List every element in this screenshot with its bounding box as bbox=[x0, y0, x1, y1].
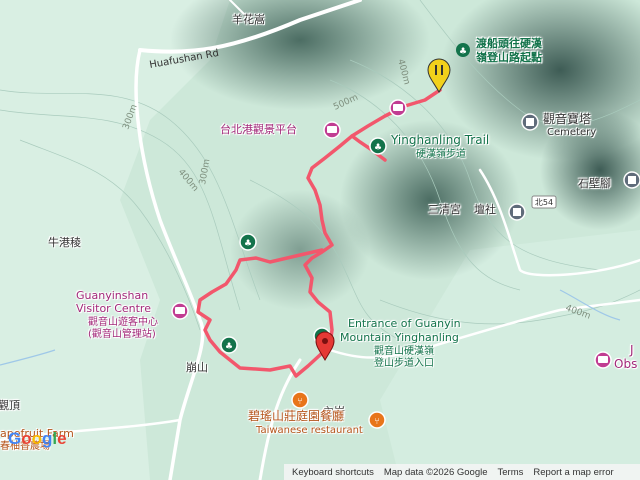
map-footer: Keyboard shortcuts Map data ©2026 Google… bbox=[284, 464, 640, 480]
svg-text:♣: ♣ bbox=[225, 342, 233, 352]
place-label-tanshe: 壇社 bbox=[474, 203, 496, 216]
park-icon-ridge[interactable]: ♣ bbox=[239, 233, 257, 251]
camera-icon-north[interactable] bbox=[389, 99, 407, 117]
svg-text:北54: 北54 bbox=[535, 198, 553, 207]
camera-icon-east[interactable] bbox=[594, 351, 612, 369]
google-logo: Google bbox=[8, 429, 67, 448]
poi-label-entrance-zh-2[interactable]: 登山步道入口 bbox=[374, 358, 434, 370]
place-label-cemetery: Cemetery bbox=[547, 127, 597, 138]
camera-icon-taipei-port[interactable] bbox=[323, 121, 341, 139]
place-label-guanyin-temple[interactable]: 觀音寶塔 bbox=[543, 112, 591, 127]
poi-label-yinghanling-zh[interactable]: 硬漢嶺步道 bbox=[416, 149, 466, 161]
poi-label-restaurant-en[interactable]: Taiwanese restaurant bbox=[256, 425, 363, 437]
poi-label-east-j[interactable]: J bbox=[630, 343, 634, 358]
restaurant-icon-biyao[interactable]: ⑂ bbox=[368, 411, 386, 429]
svg-text:♣: ♣ bbox=[374, 143, 382, 153]
poi-label-visitor-zh-2[interactable]: (觀音山管理站) bbox=[88, 329, 156, 341]
poi-label-restaurant-zh[interactable]: 碧瑤山莊庭園餐廳 bbox=[248, 409, 344, 424]
poi-label-visitor-zh-1[interactable]: 觀音山遊客中心 bbox=[88, 317, 158, 329]
svg-text:⑂: ⑂ bbox=[374, 417, 379, 427]
terrain-map[interactable]: 300m 300m 400m 400m 500m 400m Huafushan … bbox=[0, 0, 640, 480]
place-label-shibijiao: 石壁腳 bbox=[578, 177, 611, 190]
temple-icon-shibijiao[interactable] bbox=[623, 171, 640, 189]
poi-label-taipei-port[interactable]: 台北港觀景平台 bbox=[220, 123, 297, 137]
poi-label-entrance-en-2[interactable]: Mountain Yinghanling bbox=[340, 331, 459, 345]
route-54-shield: 北54 bbox=[531, 195, 557, 209]
svg-text:⑂: ⑂ bbox=[297, 397, 302, 407]
poi-label-visitor-en-2[interactable]: Visitor Centre bbox=[76, 302, 151, 316]
place-label-yanghuawo: 羊花嵩 bbox=[232, 13, 265, 26]
keyboard-shortcuts-link[interactable]: Keyboard shortcuts bbox=[292, 467, 374, 478]
svg-text:♣: ♣ bbox=[459, 47, 467, 57]
place-label-sanqing[interactable]: 三清宮 bbox=[428, 203, 461, 217]
temple-icon-guanyin[interactable] bbox=[521, 113, 539, 131]
camera-icon-visitor[interactable] bbox=[171, 302, 189, 320]
poi-label-entrance-en-1[interactable]: Entrance of Guanyin bbox=[348, 317, 461, 331]
place-label-jinding: 觀頂 bbox=[0, 399, 20, 412]
park-icon-west[interactable]: ♣ bbox=[220, 336, 238, 354]
terms-link[interactable]: Terms bbox=[498, 467, 524, 478]
park-icon-yinghanling[interactable]: ♣ bbox=[369, 137, 387, 155]
poi-label-visitor-en-1[interactable]: Guanyinshan bbox=[76, 289, 148, 303]
poi-label-trailhead-1[interactable]: 渡船頭往硬漢 bbox=[476, 37, 542, 51]
place-label-lingshan: 崩山 bbox=[186, 361, 208, 374]
poi-label-yinghanling-en[interactable]: Yinghanling Trail bbox=[391, 133, 489, 148]
park-icon-trailhead[interactable]: ♣ bbox=[456, 43, 470, 57]
restaurant-icon-neiyan[interactable]: ⑂ bbox=[291, 391, 309, 409]
poi-label-entrance-zh-1[interactable]: 觀音山硬漢嶺 bbox=[374, 346, 434, 358]
temple-icon-sanqing[interactable] bbox=[508, 203, 526, 221]
map-data-attribution: Map data ©2026 Google bbox=[383, 466, 488, 478]
svg-text:♣: ♣ bbox=[244, 239, 252, 249]
place-label-niugangleng: 牛港稜 bbox=[48, 236, 81, 249]
poi-label-east-obs[interactable]: Obs bbox=[614, 357, 637, 372]
poi-label-trailhead-2[interactable]: 嶺登山路起點 bbox=[476, 51, 542, 65]
report-error-link[interactable]: Report a map error bbox=[533, 467, 613, 478]
